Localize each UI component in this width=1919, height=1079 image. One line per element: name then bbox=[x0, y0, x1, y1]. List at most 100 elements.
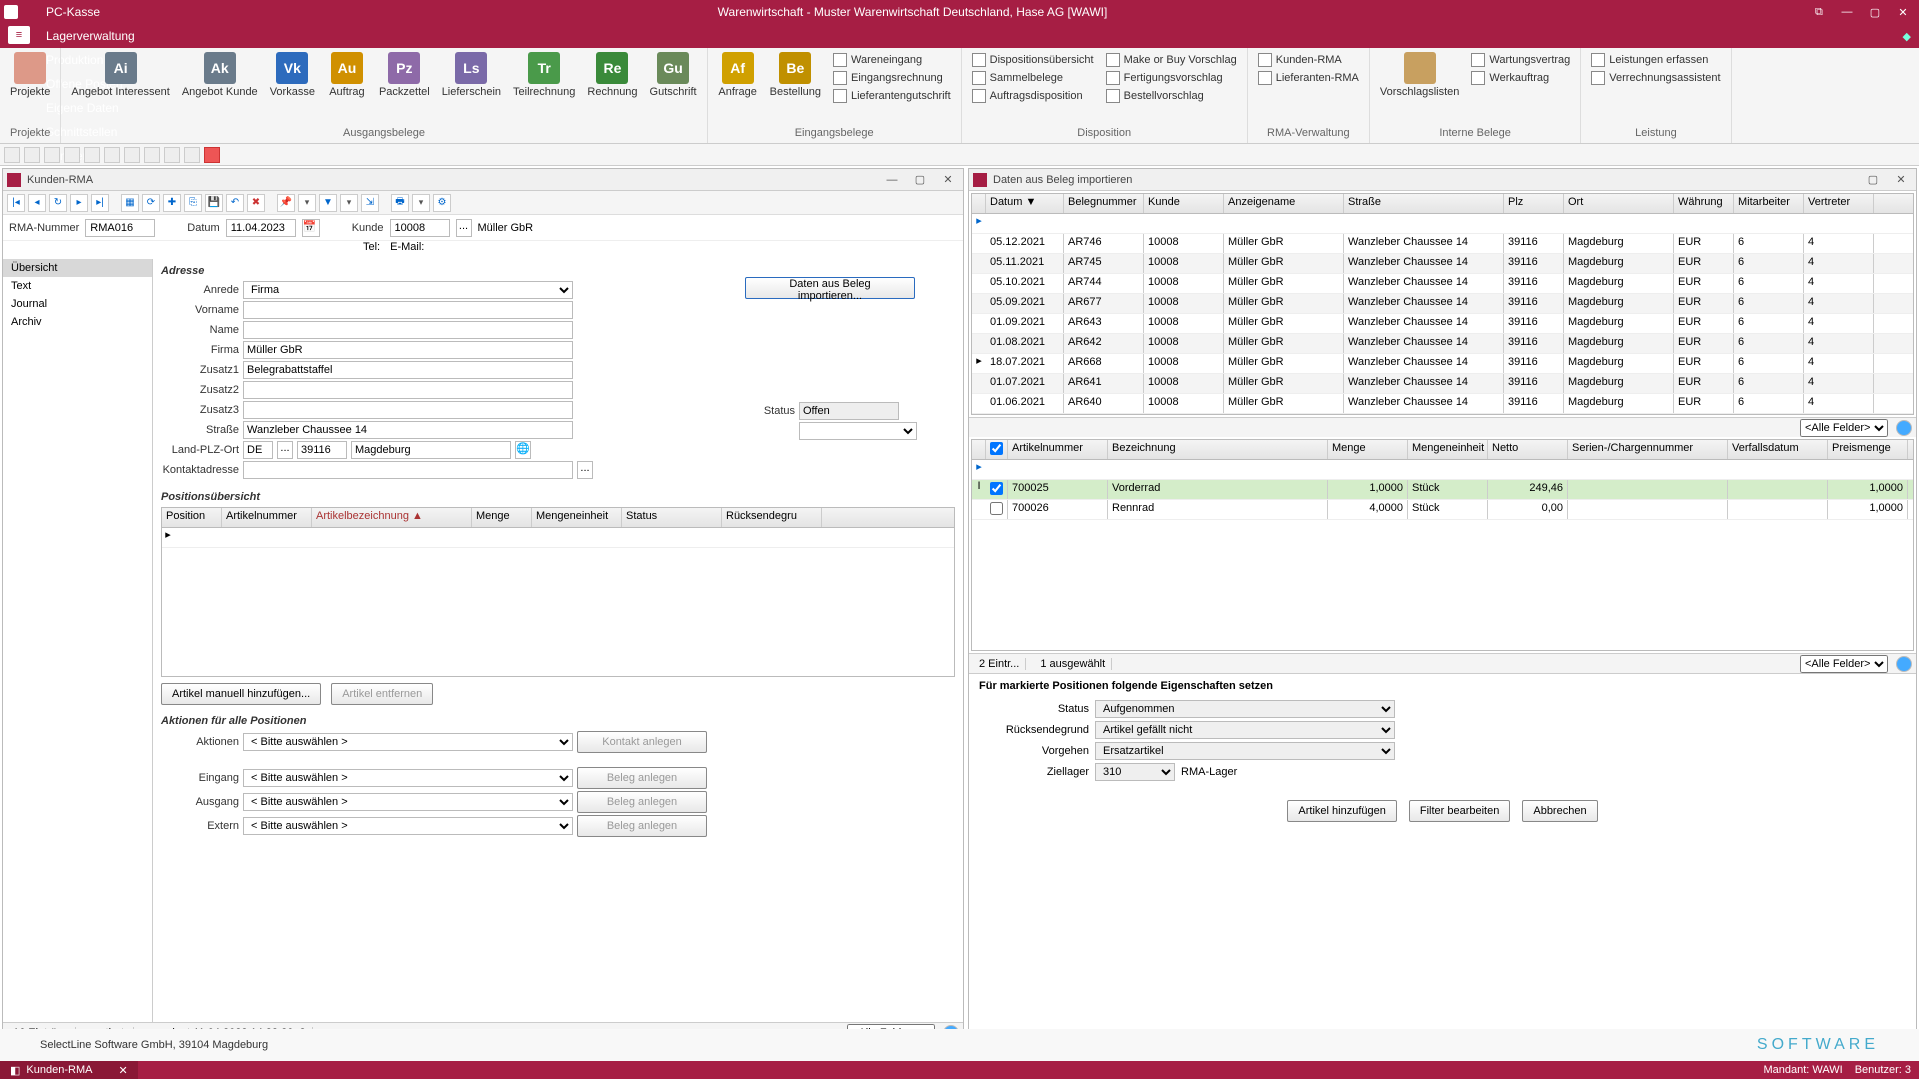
window-close-icon[interactable]: ✕ bbox=[1891, 2, 1915, 22]
rma-number-input[interactable] bbox=[85, 219, 155, 237]
ribbon-auftrag[interactable]: AuAuftrag bbox=[321, 50, 373, 100]
art-col-header[interactable]: Netto bbox=[1488, 440, 1568, 459]
date-input[interactable] bbox=[226, 219, 296, 237]
qt-user-icon[interactable] bbox=[64, 147, 80, 163]
ribbon-angebot-kunde[interactable]: AkAngebot Kunde bbox=[176, 50, 264, 100]
ribbon-bestellung[interactable]: BeBestellung bbox=[764, 50, 827, 100]
add-article-manual-button[interactable]: Artikel manuell hinzufügen... bbox=[161, 683, 321, 705]
aktionen-select[interactable]: < Bitte auswählen > bbox=[243, 733, 573, 751]
ribbon-lieferantengutschrift[interactable]: Lieferantengutschrift bbox=[831, 88, 953, 104]
window-minimize-icon[interactable]: — bbox=[1835, 2, 1859, 22]
tb-filter-dd[interactable] bbox=[340, 194, 358, 212]
ribbon-lieferschein[interactable]: LsLieferschein bbox=[436, 50, 507, 100]
remove-article-button[interactable]: Artikel entfernen bbox=[331, 683, 433, 705]
cancel-button[interactable]: Abbrechen bbox=[1522, 800, 1597, 822]
pos-col-header[interactable]: Rücksendegru bbox=[722, 508, 822, 527]
ribbon-wartungsvertrag[interactable]: Wartungsvertrag bbox=[1469, 52, 1572, 68]
firma-input[interactable] bbox=[243, 341, 573, 359]
kunde-lookup-icon[interactable]: ... bbox=[456, 219, 472, 237]
file-menu-icon[interactable]: ≡ bbox=[8, 26, 30, 44]
qt-group-icon[interactable] bbox=[84, 147, 100, 163]
extern-select[interactable]: < Bitte auswählen > bbox=[243, 817, 573, 835]
art-row-checkbox[interactable] bbox=[990, 502, 1003, 515]
nav-refresh-icon[interactable]: ↻ bbox=[49, 194, 67, 212]
taskbar-item[interactable]: ◧ Kunden-RMA ✕ bbox=[0, 1061, 138, 1079]
qt-tree-icon[interactable] bbox=[44, 147, 60, 163]
doc-col-header[interactable]: Straße bbox=[1344, 194, 1504, 213]
kontakt-input[interactable] bbox=[243, 461, 573, 479]
zusatz3-input[interactable] bbox=[243, 401, 573, 419]
strasse-input[interactable] bbox=[243, 421, 573, 439]
doc-row[interactable]: ▸18.07.2021AR66810008Müller GbRWanzleber… bbox=[972, 354, 1913, 374]
tb-settings-icon[interactable]: ⚙ bbox=[433, 194, 451, 212]
ribbon-gutschrift[interactable]: GuGutschrift bbox=[644, 50, 703, 100]
qt-globe-icon[interactable] bbox=[164, 147, 180, 163]
doc-col-header[interactable]: Kunde bbox=[1144, 194, 1224, 213]
nav-prev-icon[interactable]: ◂ bbox=[28, 194, 46, 212]
art-col-header[interactable] bbox=[986, 440, 1008, 459]
tb-filter-icon[interactable]: ▼ bbox=[319, 194, 337, 212]
tb-undo-icon[interactable]: ↶ bbox=[226, 194, 244, 212]
prop-grund-select[interactable]: Artikel gefällt nicht bbox=[1095, 721, 1395, 739]
art-col-header[interactable]: Serien-/Chargennummer bbox=[1568, 440, 1728, 459]
doc-row[interactable]: 01.08.2021AR64210008Müller GbRWanzleber … bbox=[972, 334, 1913, 354]
add-articles-button[interactable]: Artikel hinzufügen bbox=[1287, 800, 1396, 822]
menu-pc-kasse[interactable]: PC-Kasse bbox=[36, 0, 145, 24]
art-col-header[interactable]: Preismenge bbox=[1828, 440, 1908, 459]
taskbar-item-close-icon[interactable]: ✕ bbox=[118, 1064, 127, 1077]
panel-minimize-icon[interactable]: — bbox=[881, 171, 903, 189]
land-lookup-icon[interactable]: ... bbox=[277, 441, 293, 459]
prop-vorgehen-select[interactable]: Ersatzartikel bbox=[1095, 742, 1395, 760]
ribbon-angebot-interessent[interactable]: AiAngebot Interessent bbox=[65, 50, 175, 100]
tb-new-icon[interactable]: ✚ bbox=[163, 194, 181, 212]
pos-col-header[interactable]: Menge bbox=[472, 508, 532, 527]
qt-print-icon[interactable] bbox=[144, 147, 160, 163]
panel-close-icon[interactable]: ✕ bbox=[937, 171, 959, 189]
nav-übersicht[interactable]: Übersicht bbox=[3, 259, 152, 277]
ort-input[interactable] bbox=[351, 441, 511, 459]
art-filter-select[interactable]: <Alle Felder> bbox=[1800, 655, 1888, 673]
ribbon-werkauftrag[interactable]: Werkauftrag bbox=[1469, 70, 1572, 86]
tb-export-icon[interactable]: ⇲ bbox=[361, 194, 379, 212]
kontakt-anlegen-button[interactable]: Kontakt anlegen bbox=[577, 731, 707, 753]
vorname-input[interactable] bbox=[243, 301, 573, 319]
art-col-header[interactable]: Menge bbox=[1328, 440, 1408, 459]
doc-row[interactable]: 01.07.2021AR64110008Müller GbRWanzleber … bbox=[972, 374, 1913, 394]
extern-beleg-button[interactable]: Beleg anlegen bbox=[577, 815, 707, 837]
qt-open-icon[interactable] bbox=[24, 147, 40, 163]
tb-pin-dd[interactable] bbox=[298, 194, 316, 212]
qt-copy-icon[interactable] bbox=[104, 147, 120, 163]
import-from-doc-button[interactable]: Daten aus Beleg importieren... bbox=[745, 277, 915, 299]
doc-col-header[interactable]: Mitarbeiter bbox=[1734, 194, 1804, 213]
tb-grid-icon[interactable]: ▦ bbox=[121, 194, 139, 212]
art-col-header[interactable]: Artikelnummer bbox=[1008, 440, 1108, 459]
pos-col-header[interactable]: Mengeneinheit bbox=[532, 508, 622, 527]
map-icon[interactable]: 🌐 bbox=[515, 441, 531, 459]
eingang-select[interactable]: < Bitte auswählen > bbox=[243, 769, 573, 787]
panel-maximize-icon[interactable]: ▢ bbox=[909, 171, 931, 189]
import-panel-close-icon[interactable]: ✕ bbox=[1890, 171, 1912, 189]
ribbon-dispositionsübersicht[interactable]: Dispositionsübersicht bbox=[970, 52, 1096, 68]
doc-col-header[interactable]: Ort bbox=[1564, 194, 1674, 213]
ribbon-anfrage[interactable]: AfAnfrage bbox=[712, 50, 764, 100]
art-col-header[interactable]: Verfallsdatum bbox=[1728, 440, 1828, 459]
ausgang-select[interactable]: < Bitte auswählen > bbox=[243, 793, 573, 811]
pos-col-header[interactable]: Artikelnummer bbox=[222, 508, 312, 527]
prop-status-select[interactable]: Aufgenommen bbox=[1095, 700, 1395, 718]
pos-col-header[interactable]: Position bbox=[162, 508, 222, 527]
qt-new-icon[interactable] bbox=[4, 147, 20, 163]
kunde-input[interactable] bbox=[390, 219, 450, 237]
doc-col-header[interactable]: Vertreter bbox=[1804, 194, 1874, 213]
ribbon-projekte[interactable]: Projekte bbox=[4, 50, 56, 100]
nav-journal[interactable]: Journal bbox=[3, 295, 152, 313]
tb-delete-icon[interactable]: ✖ bbox=[247, 194, 265, 212]
ribbon-make-or-buy-vorschlag[interactable]: Make or Buy Vorschlag bbox=[1104, 52, 1239, 68]
ribbon-packzettel[interactable]: PzPackzettel bbox=[373, 50, 436, 100]
name-input[interactable] bbox=[243, 321, 573, 339]
ribbon-bestellvorschlag[interactable]: Bestellvorschlag bbox=[1104, 88, 1239, 104]
help-diamond-icon[interactable]: ◆ bbox=[1903, 30, 1911, 43]
ribbon-rechnung[interactable]: ReRechnung bbox=[581, 50, 643, 100]
tb-print-dd[interactable] bbox=[412, 194, 430, 212]
nav-last-icon[interactable]: ▸| bbox=[91, 194, 109, 212]
ribbon-wareneingang[interactable]: Wareneingang bbox=[831, 52, 953, 68]
